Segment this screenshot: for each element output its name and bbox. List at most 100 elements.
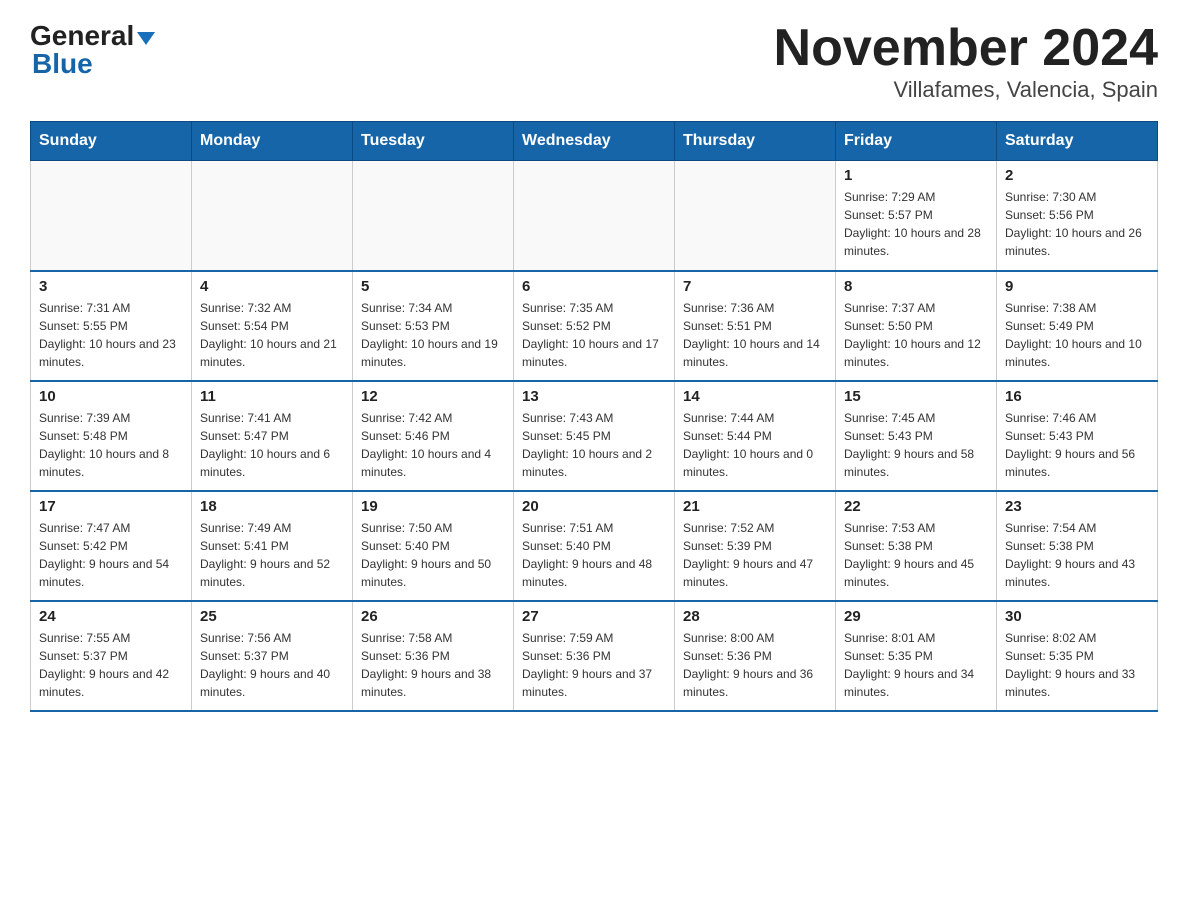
calendar-cell: 16 Sunrise: 7:46 AM Sunset: 5:43 PM Dayli… bbox=[997, 381, 1158, 491]
day-number: 8 bbox=[844, 278, 988, 295]
weekday-header-row: Sunday Monday Tuesday Wednesday Thursday… bbox=[31, 122, 1158, 161]
calendar-cell: 13 Sunrise: 7:43 AM Sunset: 5:45 PM Dayli… bbox=[514, 381, 675, 491]
day-number: 13 bbox=[522, 388, 666, 405]
calendar-cell: 27 Sunrise: 7:59 AM Sunset: 5:36 PM Dayli… bbox=[514, 601, 675, 711]
calendar-cell: 5Sunrise: 7:34 AM Sunset: 5:53 PM Daylig… bbox=[353, 271, 514, 381]
day-info: Sunrise: 7:44 AM Sunset: 5:44 PM Dayligh… bbox=[683, 409, 827, 481]
calendar-week-row: 17 Sunrise: 7:47 AM Sunset: 5:42 PM Dayli… bbox=[31, 491, 1158, 601]
calendar-cell bbox=[514, 161, 675, 271]
day-number: 30 bbox=[1005, 608, 1149, 625]
day-info: Sunrise: 7:43 AM Sunset: 5:45 PM Dayligh… bbox=[522, 409, 666, 481]
day-number: 7 bbox=[683, 278, 827, 295]
day-number: 15 bbox=[844, 388, 988, 405]
calendar-cell: 3 Sunrise: 7:31 AM Sunset: 5:55 PM Daylig… bbox=[31, 271, 192, 381]
title-block: November 2024 Villafames, Valencia, Spai… bbox=[774, 20, 1158, 103]
day-info: Sunrise: 7:59 AM Sunset: 5:36 PM Dayligh… bbox=[522, 629, 666, 701]
day-number: 3 bbox=[39, 278, 183, 295]
calendar-cell: 15 Sunrise: 7:45 AM Sunset: 5:43 PM Dayli… bbox=[836, 381, 997, 491]
day-info: Sunrise: 7:36 AM Sunset: 5:51 PM Dayligh… bbox=[683, 299, 827, 371]
day-number: 21 bbox=[683, 498, 827, 515]
calendar-cell: 24 Sunrise: 7:55 AM Sunset: 5:37 PM Dayli… bbox=[31, 601, 192, 711]
day-number: 25 bbox=[200, 608, 344, 625]
day-info: Sunrise: 7:47 AM Sunset: 5:42 PM Dayligh… bbox=[39, 519, 183, 591]
page-header: General Blue November 2024 Villafames, V… bbox=[30, 20, 1158, 103]
day-info: Sunrise: 7:37 AM Sunset: 5:50 PM Dayligh… bbox=[844, 299, 988, 371]
calendar-cell: 1Sunrise: 7:29 AM Sunset: 5:57 PM Daylig… bbox=[836, 161, 997, 271]
calendar-cell: 7 Sunrise: 7:36 AM Sunset: 5:51 PM Daylig… bbox=[675, 271, 836, 381]
calendar-cell: 18Sunrise: 7:49 AM Sunset: 5:41 PM Dayli… bbox=[192, 491, 353, 601]
logo-arrow-icon bbox=[137, 32, 155, 45]
day-number: 29 bbox=[844, 608, 988, 625]
logo-blue-text: Blue bbox=[30, 48, 155, 80]
header-sunday: Sunday bbox=[31, 122, 192, 161]
header-friday: Friday bbox=[836, 122, 997, 161]
header-tuesday: Tuesday bbox=[353, 122, 514, 161]
calendar-cell: 19 Sunrise: 7:50 AM Sunset: 5:40 PM Dayli… bbox=[353, 491, 514, 601]
day-number: 24 bbox=[39, 608, 183, 625]
calendar-body: 1Sunrise: 7:29 AM Sunset: 5:57 PM Daylig… bbox=[31, 161, 1158, 711]
header-saturday: Saturday bbox=[997, 122, 1158, 161]
calendar-cell: 2 Sunrise: 7:30 AM Sunset: 5:56 PM Daylig… bbox=[997, 161, 1158, 271]
day-info: Sunrise: 7:35 AM Sunset: 5:52 PM Dayligh… bbox=[522, 299, 666, 371]
day-info: Sunrise: 7:51 AM Sunset: 5:40 PM Dayligh… bbox=[522, 519, 666, 591]
day-info: Sunrise: 8:01 AM Sunset: 5:35 PM Dayligh… bbox=[844, 629, 988, 701]
calendar-cell bbox=[353, 161, 514, 271]
day-number: 5 bbox=[361, 278, 505, 295]
calendar-cell: 25 Sunrise: 7:56 AM Sunset: 5:37 PM Dayli… bbox=[192, 601, 353, 711]
day-info: Sunrise: 7:56 AM Sunset: 5:37 PM Dayligh… bbox=[200, 629, 344, 701]
calendar-cell: 29 Sunrise: 8:01 AM Sunset: 5:35 PM Dayli… bbox=[836, 601, 997, 711]
calendar-cell: 12 Sunrise: 7:42 AM Sunset: 5:46 PM Dayli… bbox=[353, 381, 514, 491]
calendar-header: Sunday Monday Tuesday Wednesday Thursday… bbox=[31, 122, 1158, 161]
calendar-cell: 21 Sunrise: 7:52 AM Sunset: 5:39 PM Dayli… bbox=[675, 491, 836, 601]
day-number: 4 bbox=[200, 278, 344, 295]
day-info: Sunrise: 7:42 AM Sunset: 5:46 PM Dayligh… bbox=[361, 409, 505, 481]
calendar-cell bbox=[192, 161, 353, 271]
day-number: 19 bbox=[361, 498, 505, 515]
header-monday: Monday bbox=[192, 122, 353, 161]
calendar-cell: 14 Sunrise: 7:44 AM Sunset: 5:44 PM Dayli… bbox=[675, 381, 836, 491]
day-info: Sunrise: 7:54 AM Sunset: 5:38 PM Dayligh… bbox=[1005, 519, 1149, 591]
header-thursday: Thursday bbox=[675, 122, 836, 161]
calendar-cell: 9Sunrise: 7:38 AM Sunset: 5:49 PM Daylig… bbox=[997, 271, 1158, 381]
day-info: Sunrise: 7:31 AM Sunset: 5:55 PM Dayligh… bbox=[39, 299, 183, 371]
calendar-table: Sunday Monday Tuesday Wednesday Thursday… bbox=[30, 121, 1158, 712]
day-info: Sunrise: 7:58 AM Sunset: 5:36 PM Dayligh… bbox=[361, 629, 505, 701]
day-number: 28 bbox=[683, 608, 827, 625]
calendar-week-row: 10Sunrise: 7:39 AM Sunset: 5:48 PM Dayli… bbox=[31, 381, 1158, 491]
day-number: 16 bbox=[1005, 388, 1149, 405]
calendar-cell: 17 Sunrise: 7:47 AM Sunset: 5:42 PM Dayli… bbox=[31, 491, 192, 601]
day-number: 9 bbox=[1005, 278, 1149, 295]
calendar-cell bbox=[675, 161, 836, 271]
calendar-cell: 22 Sunrise: 7:53 AM Sunset: 5:38 PM Dayli… bbox=[836, 491, 997, 601]
day-info: Sunrise: 8:02 AM Sunset: 5:35 PM Dayligh… bbox=[1005, 629, 1149, 701]
day-info: Sunrise: 7:50 AM Sunset: 5:40 PM Dayligh… bbox=[361, 519, 505, 591]
day-info: Sunrise: 7:30 AM Sunset: 5:56 PM Dayligh… bbox=[1005, 188, 1149, 260]
day-number: 17 bbox=[39, 498, 183, 515]
day-info: Sunrise: 7:45 AM Sunset: 5:43 PM Dayligh… bbox=[844, 409, 988, 481]
day-info: Sunrise: 7:41 AM Sunset: 5:47 PM Dayligh… bbox=[200, 409, 344, 481]
day-info: Sunrise: 7:39 AM Sunset: 5:48 PM Dayligh… bbox=[39, 409, 183, 481]
day-info: Sunrise: 8:00 AM Sunset: 5:36 PM Dayligh… bbox=[683, 629, 827, 701]
day-number: 27 bbox=[522, 608, 666, 625]
calendar-cell: 10Sunrise: 7:39 AM Sunset: 5:48 PM Dayli… bbox=[31, 381, 192, 491]
day-number: 14 bbox=[683, 388, 827, 405]
calendar-title: November 2024 bbox=[774, 20, 1158, 77]
day-info: Sunrise: 7:49 AM Sunset: 5:41 PM Dayligh… bbox=[200, 519, 344, 591]
logo: General Blue bbox=[30, 20, 155, 80]
calendar-cell: 4Sunrise: 7:32 AM Sunset: 5:54 PM Daylig… bbox=[192, 271, 353, 381]
day-info: Sunrise: 7:52 AM Sunset: 5:39 PM Dayligh… bbox=[683, 519, 827, 591]
calendar-cell bbox=[31, 161, 192, 271]
header-wednesday: Wednesday bbox=[514, 122, 675, 161]
day-info: Sunrise: 7:46 AM Sunset: 5:43 PM Dayligh… bbox=[1005, 409, 1149, 481]
day-number: 2 bbox=[1005, 167, 1149, 184]
calendar-cell: 26Sunrise: 7:58 AM Sunset: 5:36 PM Dayli… bbox=[353, 601, 514, 711]
day-number: 23 bbox=[1005, 498, 1149, 515]
day-number: 6 bbox=[522, 278, 666, 295]
calendar-cell: 6 Sunrise: 7:35 AM Sunset: 5:52 PM Daylig… bbox=[514, 271, 675, 381]
day-info: Sunrise: 7:53 AM Sunset: 5:38 PM Dayligh… bbox=[844, 519, 988, 591]
calendar-week-row: 3 Sunrise: 7:31 AM Sunset: 5:55 PM Daylig… bbox=[31, 271, 1158, 381]
day-number: 22 bbox=[844, 498, 988, 515]
day-info: Sunrise: 7:55 AM Sunset: 5:37 PM Dayligh… bbox=[39, 629, 183, 701]
calendar-subtitle: Villafames, Valencia, Spain bbox=[774, 77, 1158, 103]
day-number: 12 bbox=[361, 388, 505, 405]
